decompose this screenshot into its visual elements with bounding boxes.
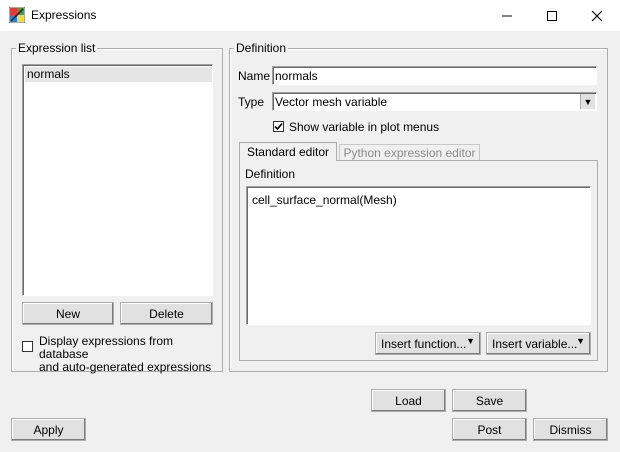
show-variable-label: Show variable in plot menus [289, 120, 440, 134]
display-expressions-checkbox[interactable] [22, 341, 33, 352]
editor-label: Definition [245, 167, 296, 181]
name-label: Name [238, 69, 271, 83]
chevron-down-icon[interactable]: ▼ [580, 94, 595, 109]
minimize-button[interactable] [484, 0, 529, 31]
show-variable-checkbox[interactable] [273, 121, 284, 132]
expression-listbox[interactable]: normals [22, 64, 213, 296]
post-button[interactable]: Post [452, 418, 527, 441]
save-button[interactable]: Save [452, 389, 527, 412]
chevron-down-icon: ▼ [576, 336, 585, 346]
new-button[interactable]: New [22, 302, 114, 325]
display-expressions-label-line1: Display expressions from database [39, 334, 174, 361]
display-expressions-label: Display expressions from database and aut… [39, 335, 219, 374]
insert-function-button[interactable]: Insert function... ▼ [375, 332, 481, 355]
definition-editor-text: cell_surface_normal(Mesh) [252, 193, 397, 207]
minimize-icon [501, 15, 512, 16]
type-label: Type [238, 95, 265, 109]
insert-variable-button[interactable]: Insert variable... ▼ [486, 332, 591, 355]
definition-editor[interactable]: cell_surface_normal(Mesh) [246, 186, 591, 325]
load-button[interactable]: Load [371, 389, 446, 412]
checkmark-icon [274, 122, 283, 131]
chevron-down-icon: ▼ [466, 336, 475, 346]
app-icon [8, 6, 26, 24]
tab-standard-editor[interactable]: Standard editor [239, 142, 337, 161]
list-item[interactable]: normals [25, 67, 212, 82]
close-button[interactable] [574, 0, 619, 31]
insert-variable-label: Insert variable... [492, 336, 578, 351]
delete-button[interactable]: Delete [120, 302, 213, 325]
window-title: Expressions [31, 8, 97, 22]
close-icon [591, 10, 602, 21]
type-select[interactable]: Vector mesh variable ▼ [272, 92, 597, 111]
tab-python-editor[interactable]: Python expression editor [339, 144, 480, 160]
definition-group-title: Definition [234, 41, 289, 55]
apply-button[interactable]: Apply [11, 418, 86, 441]
maximize-icon [546, 10, 557, 21]
type-select-value: Vector mesh variable [275, 95, 388, 109]
name-input[interactable] [272, 66, 597, 85]
display-expressions-label-line2: and auto-generated expressions [39, 360, 212, 374]
maximize-button[interactable] [529, 0, 574, 31]
dismiss-button[interactable]: Dismiss [533, 418, 608, 441]
insert-function-label: Insert function... [381, 336, 467, 351]
title-bar[interactable]: Expressions [0, 0, 620, 31]
expression-list-title: Expression list [16, 41, 98, 55]
